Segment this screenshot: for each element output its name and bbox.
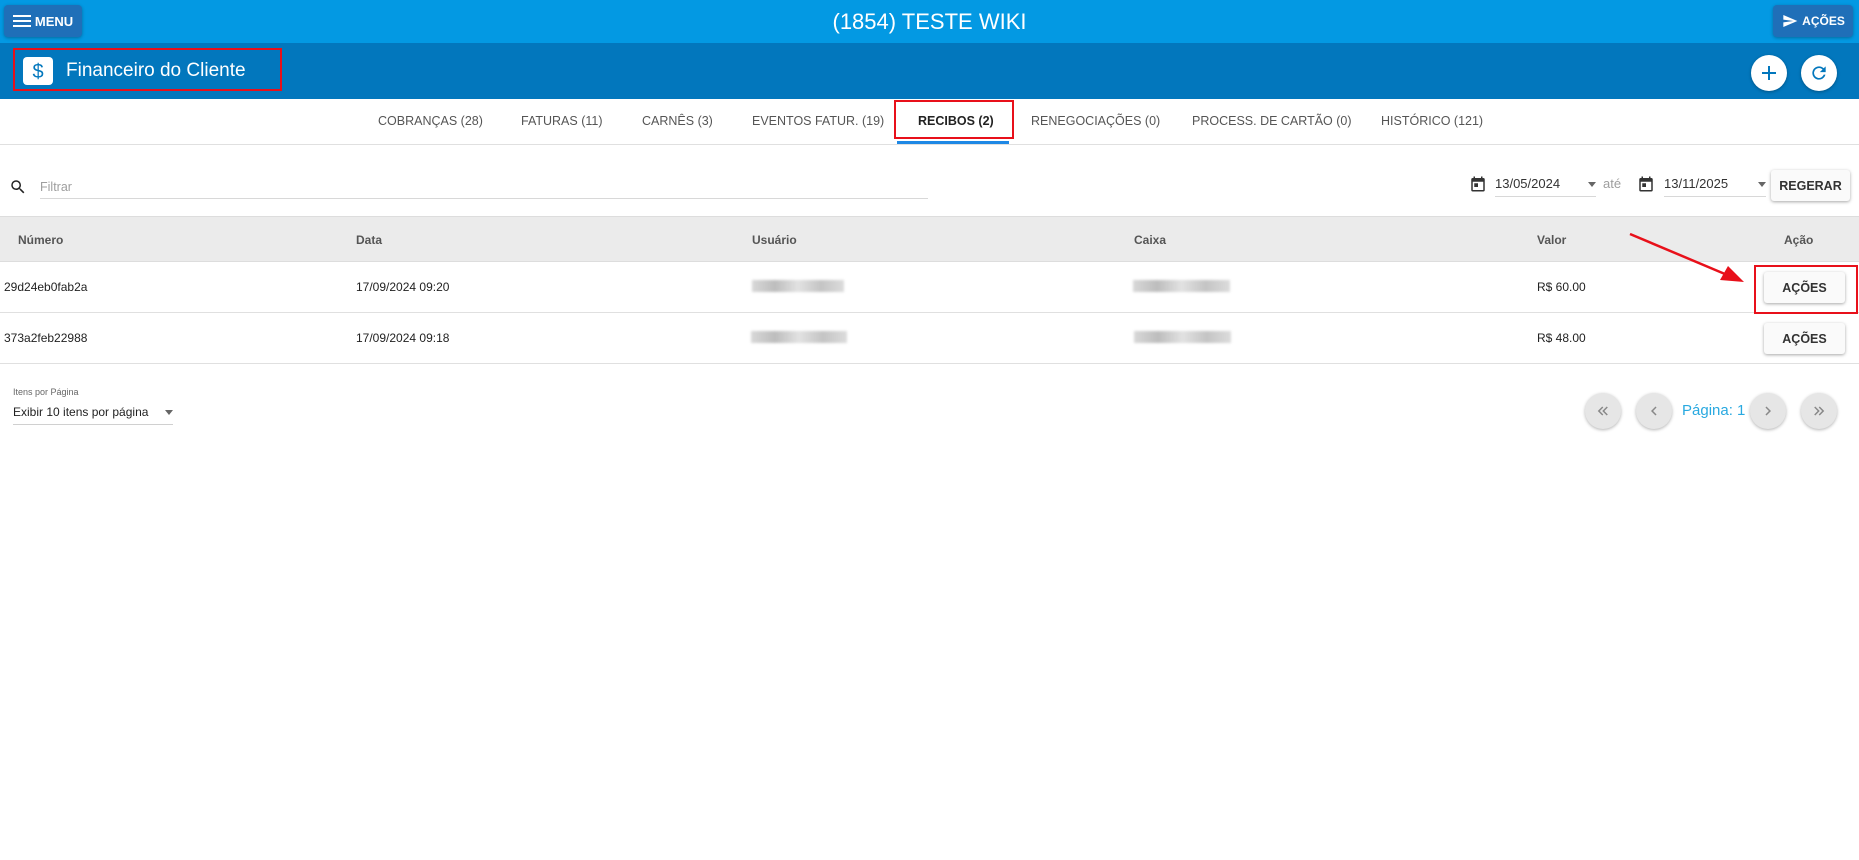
cell-numero: 29d24eb0fab2a <box>4 280 88 294</box>
cell-numero: 373a2feb22988 <box>4 331 88 345</box>
refresh-button[interactable] <box>1801 55 1837 91</box>
column-header-acao: Ação <box>1784 233 1814 247</box>
previous-page-button[interactable] <box>1636 393 1672 429</box>
regenerate-button[interactable]: REGERAR <box>1771 170 1850 201</box>
column-header-caixa[interactable]: Caixa <box>1134 233 1166 247</box>
menu-label: MENU <box>34 13 74 29</box>
chevron-right-icon <box>1765 406 1771 416</box>
date-to-field[interactable]: 13/11/2025 <box>1664 172 1766 197</box>
date-to-value: 13/11/2025 <box>1664 176 1729 191</box>
send-icon <box>1783 15 1798 27</box>
column-header-usuario[interactable]: Usuário <box>752 233 797 247</box>
actions-button[interactable]: AÇÕES <box>1773 5 1853 37</box>
table-header: Número Data Usuário Caixa Valor Ação <box>0 216 1859 262</box>
highlight-box-module <box>13 48 282 91</box>
double-chevron-right-icon <box>1814 406 1825 416</box>
calendar-icon[interactable] <box>1637 175 1655 198</box>
calendar-icon[interactable] <box>1469 175 1487 198</box>
date-from-value: 13/05/2024 <box>1495 176 1561 191</box>
active-tab-indicator <box>897 141 1009 144</box>
double-chevron-left-icon <box>1597 406 1608 416</box>
cell-valor: R$ 48.00 <box>1537 331 1586 345</box>
column-header-numero[interactable]: Número <box>18 233 63 247</box>
add-button[interactable] <box>1751 55 1787 91</box>
per-page-select[interactable]: Exibir 10 itens por página <box>13 400 173 425</box>
actions-label: AÇÕES <box>1802 14 1845 28</box>
chevron-down-icon <box>165 410 173 415</box>
cell-caixa-redacted <box>1133 280 1230 292</box>
tab-process-cartao[interactable]: PROCESS. DE CARTÃO (0) <box>1192 99 1352 144</box>
row-actions-button[interactable]: AÇÕES <box>1764 323 1845 354</box>
cell-usuario-redacted <box>752 280 844 292</box>
highlight-box-actions <box>1754 265 1858 314</box>
tab-eventos-fatur[interactable]: EVENTOS FATUR. (19) <box>752 99 884 144</box>
refresh-icon <box>1812 66 1826 80</box>
date-from-field[interactable]: 13/05/2024 <box>1495 172 1596 197</box>
cell-data: 17/09/2024 09:20 <box>356 280 450 294</box>
chevron-down-icon <box>1588 182 1596 187</box>
first-page-button[interactable] <box>1585 393 1621 429</box>
table-row: 373a2feb22988 17/09/2024 09:18 R$ 48.00 … <box>0 313 1859 364</box>
column-header-valor[interactable]: Valor <box>1537 233 1566 247</box>
plus-icon <box>1762 66 1776 80</box>
tab-cobrancas[interactable]: COBRANÇAS (28) <box>378 99 483 144</box>
tab-historico[interactable]: HISTÓRICO (121) <box>1381 99 1483 144</box>
cell-caixa-redacted <box>1134 331 1231 343</box>
chevron-left-icon <box>1651 406 1657 416</box>
table-row: 29d24eb0fab2a 17/09/2024 09:20 R$ 60.00 … <box>0 262 1859 313</box>
tab-carnes[interactable]: CARNÊS (3) <box>642 99 713 144</box>
search-icon <box>9 178 27 201</box>
per-page-value: Exibir 10 itens por página <box>13 405 149 419</box>
cell-valor: R$ 60.00 <box>1537 280 1586 294</box>
highlight-box-tab <box>894 100 1014 139</box>
top-bar <box>0 0 1859 43</box>
date-separator: até <box>1603 176 1622 191</box>
cell-usuario-redacted <box>751 331 847 343</box>
annotation-arrow <box>1629 232 1744 282</box>
filter-input[interactable] <box>40 176 928 199</box>
next-page-button[interactable] <box>1750 393 1786 429</box>
cell-data: 17/09/2024 09:18 <box>356 331 450 345</box>
page-indicator: Página: 1 <box>1682 402 1746 419</box>
tab-renegociacoes[interactable]: RENEGOCIAÇÕES (0) <box>1031 99 1160 144</box>
last-page-button[interactable] <box>1801 393 1837 429</box>
hamburger-icon <box>12 15 31 27</box>
tab-faturas[interactable]: FATURAS (11) <box>521 99 603 144</box>
menu-button[interactable]: MENU <box>4 5 82 37</box>
chevron-down-icon <box>1758 182 1766 187</box>
per-page-label: Itens por Página <box>13 387 79 397</box>
column-header-data[interactable]: Data <box>356 233 382 247</box>
